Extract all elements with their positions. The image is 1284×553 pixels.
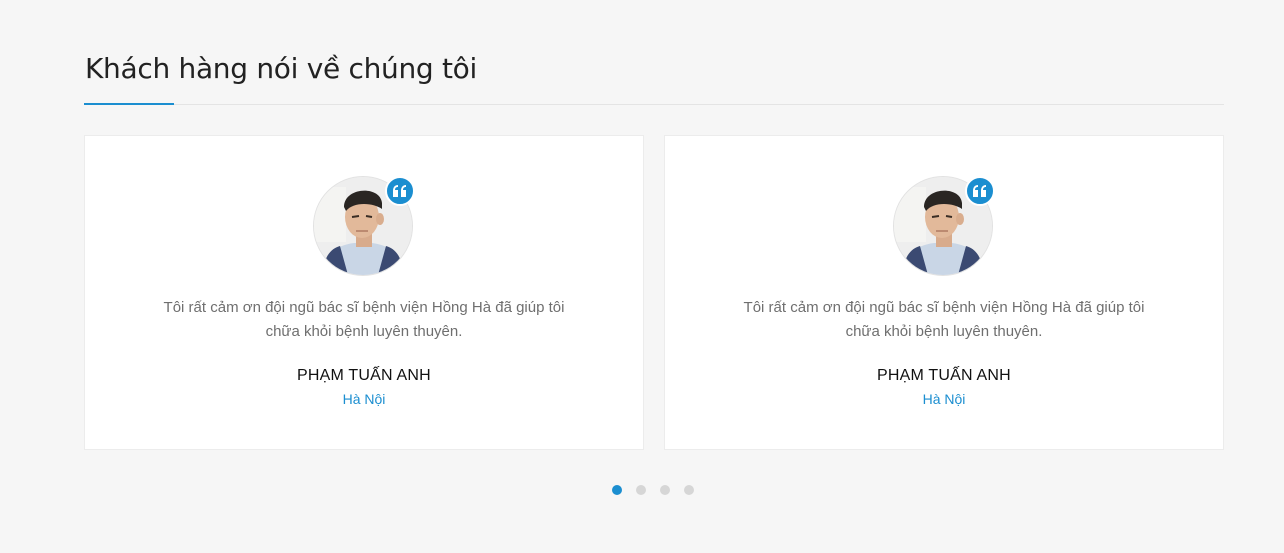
author-name: PHẠM TUẤN ANH bbox=[877, 367, 1011, 384]
carousel-dot-4[interactable] bbox=[684, 485, 694, 495]
avatar-wrapper bbox=[313, 176, 415, 276]
testimonial-text: Tôi rất cảm ơn đội ngũ bác sĩ bệnh viện … bbox=[163, 299, 565, 340]
carousel-pagination bbox=[612, 485, 694, 495]
author-name: PHẠM TUẤN ANH bbox=[297, 367, 431, 384]
title-divider bbox=[84, 104, 1224, 105]
testimonial-text: Tôi rất cảm ơn đội ngũ bác sĩ bệnh viện … bbox=[743, 299, 1145, 340]
avatar-wrapper bbox=[893, 176, 995, 276]
testimonial-carousel[interactable]: Tôi rất cảm ơn đội ngũ bác sĩ bệnh viện … bbox=[84, 135, 1224, 450]
carousel-dot-1[interactable] bbox=[612, 485, 622, 495]
quote-icon bbox=[965, 176, 995, 206]
author-location: Hà Nội bbox=[342, 391, 386, 407]
carousel-dot-2[interactable] bbox=[636, 485, 646, 495]
section-title: Khách hàng nói về chúng tôi bbox=[85, 52, 477, 85]
quote-icon bbox=[385, 176, 415, 206]
testimonial-card: Tôi rất cảm ơn đội ngũ bác sĩ bệnh viện … bbox=[664, 135, 1224, 450]
author-location: Hà Nội bbox=[922, 391, 966, 407]
carousel-dot-3[interactable] bbox=[660, 485, 670, 495]
testimonial-card: Tôi rất cảm ơn đội ngũ bác sĩ bệnh viện … bbox=[84, 135, 644, 450]
title-accent-line bbox=[84, 103, 174, 105]
